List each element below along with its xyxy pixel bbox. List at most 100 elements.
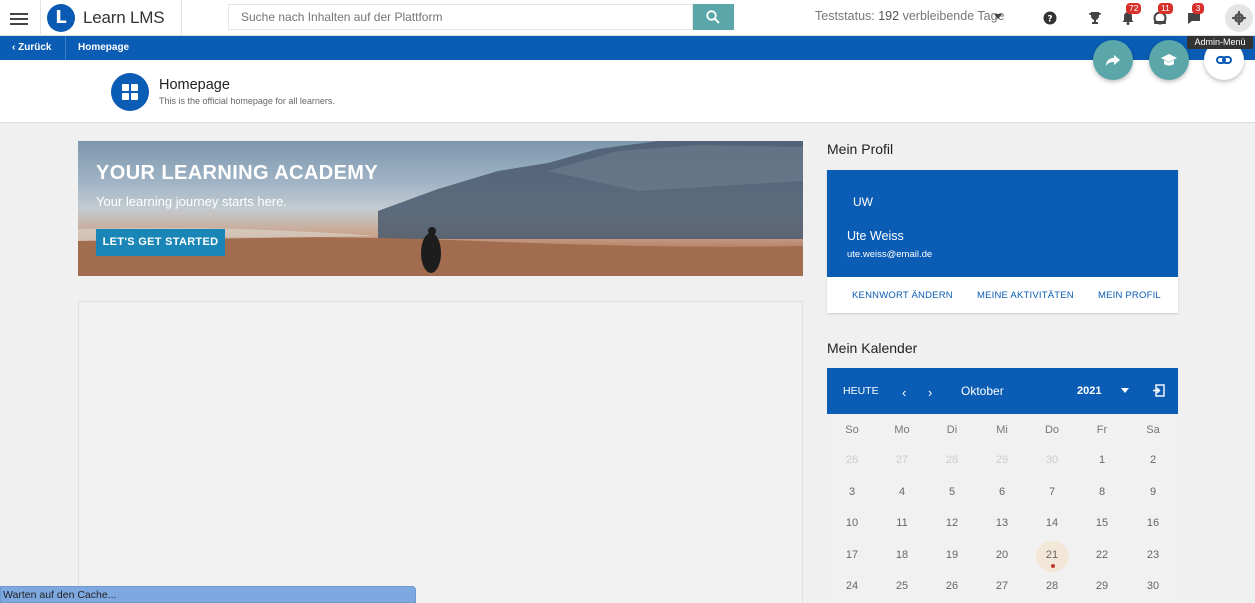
app-name: Learn LMS [83, 8, 165, 27]
calendar-day[interactable]: 3 [827, 486, 877, 498]
calendar-day[interactable]: 26 [927, 580, 977, 592]
page-header: Homepage This is the official homepage f… [0, 60, 1255, 123]
event-dot [1051, 564, 1055, 568]
chevron-left-icon[interactable]: ‹ [902, 385, 906, 400]
calendar-header: HEUTE ‹ › Oktober 2021 [827, 368, 1178, 414]
today-button[interactable]: HEUTE [843, 385, 879, 397]
chevron-down-icon[interactable] [994, 14, 1002, 19]
banner-subtitle: Your learning journey starts here. [96, 194, 288, 209]
profile-name: Ute Weiss [847, 229, 904, 243]
hero-banner: YOUR LEARNING ACADEMY Your learning jour… [78, 141, 803, 276]
calendar-day[interactable]: 1 [1077, 454, 1127, 466]
trial-suffix: verbleibende Tage [902, 9, 1005, 23]
svg-text:?: ? [1047, 15, 1052, 25]
weekday-label: Sa [1146, 424, 1160, 436]
courses-button[interactable] [1149, 40, 1189, 80]
search-button[interactable] [693, 4, 734, 30]
calendar-day[interactable]: 27 [877, 454, 927, 466]
calendar-day[interactable]: 24 [827, 580, 877, 592]
calendar-section-title: Mein Kalender [827, 340, 918, 356]
banner-title: YOUR LEARNING ACADEMY [96, 162, 379, 184]
page-title: Homepage [159, 77, 230, 93]
calendar-day[interactable]: 21 [1027, 549, 1077, 561]
calendar-day[interactable]: 14 [1027, 517, 1077, 529]
profile-header: UW Ute Weiss ute.weiss@email.de [827, 170, 1178, 277]
trial-days: 192 [878, 9, 900, 23]
get-started-button[interactable]: LET'S GET STARTED [96, 229, 225, 256]
divider [65, 36, 66, 60]
profile-card: UW Ute Weiss ute.weiss@email.de KENNWORT… [827, 170, 1178, 313]
exit-icon[interactable] [1152, 384, 1165, 397]
weekday-label: Fr [1096, 424, 1108, 436]
back-label: Zurück [18, 42, 52, 53]
calendar-day[interactable]: 15 [1077, 517, 1127, 529]
profile-email: ute.weiss@email.de [847, 249, 933, 260]
dashboard-icon [111, 73, 149, 111]
calendar-day[interactable]: 6 [977, 486, 1027, 498]
trial-label: Teststatus: [815, 9, 875, 23]
content-widget [78, 301, 803, 603]
calendar-day[interactable]: 27 [977, 580, 1027, 592]
admin-menu-button[interactable] [1225, 4, 1253, 32]
avatar: UW [853, 195, 873, 209]
chevron-down-icon[interactable] [1121, 388, 1129, 393]
calendar-day[interactable]: 17 [827, 549, 877, 561]
calendar-day[interactable]: 9 [1128, 486, 1178, 498]
chat-icon[interactable]: 3 [1184, 3, 1204, 28]
graduation-cap-icon [1161, 54, 1177, 66]
logo[interactable]: L Learn LMS [40, 0, 182, 36]
bell-icon[interactable]: 72 [1118, 3, 1142, 28]
calendar-day[interactable]: 18 [877, 549, 927, 561]
gear-icon [1232, 11, 1246, 25]
help-icon[interactable]: ? [1040, 8, 1060, 28]
calendar-year[interactable]: 2021 [1077, 385, 1101, 397]
notification-badge: 72 [1126, 3, 1142, 14]
calendar-day[interactable]: 10 [827, 517, 877, 529]
gamification-badge: 11 [1158, 3, 1173, 14]
calendar-day[interactable]: 28 [1027, 580, 1077, 592]
breadcrumb-bar: ‹ Zurück Homepage [0, 36, 1255, 60]
calendar-day[interactable]: 23 [1128, 549, 1178, 561]
calendar-day[interactable]: 2 [1128, 454, 1178, 466]
calendar-day[interactable]: 26 [827, 454, 877, 466]
calendar-day[interactable]: 30 [1027, 454, 1077, 466]
calendar-day[interactable]: 29 [977, 454, 1027, 466]
breadcrumb[interactable]: Homepage [78, 42, 129, 53]
page-subtitle: This is the official homepage for all le… [159, 96, 335, 106]
calendar-day[interactable]: 5 [927, 486, 977, 498]
link-icon [1216, 56, 1232, 64]
badge-icon[interactable]: 11 [1150, 3, 1173, 28]
calendar-day[interactable]: 20 [977, 549, 1027, 561]
search-input[interactable] [228, 4, 693, 30]
my-profile-link[interactable]: MEIN PROFIL [1098, 290, 1161, 301]
back-button[interactable]: ‹ Zurück [12, 42, 51, 53]
share-icon [1106, 55, 1120, 66]
search-icon [706, 10, 720, 24]
menu-icon[interactable] [10, 10, 28, 26]
calendar-day[interactable]: 29 [1077, 580, 1127, 592]
weekday-label: Di [946, 424, 958, 436]
calendar-day[interactable]: 13 [977, 517, 1027, 529]
calendar-day[interactable]: 7 [1027, 486, 1077, 498]
chevron-right-icon[interactable]: › [928, 385, 932, 400]
trophy-icon[interactable] [1085, 8, 1105, 28]
calendar-day[interactable]: 22 [1077, 549, 1127, 561]
calendar-day[interactable]: 28 [927, 454, 977, 466]
calendar-day[interactable]: 25 [877, 580, 927, 592]
calendar-day[interactable]: 11 [877, 517, 927, 529]
weekday-label: So [845, 424, 859, 436]
logo-icon: L [47, 4, 75, 32]
calendar-day[interactable]: 12 [927, 517, 977, 529]
messages-badge: 3 [1192, 3, 1204, 14]
calendar-day[interactable]: 19 [927, 549, 977, 561]
my-activities-link[interactable]: MEINE AKTIVITÄTEN [977, 290, 1074, 301]
calendar-day[interactable]: 16 [1128, 517, 1178, 529]
trial-status[interactable]: Teststatus: 192 verbleibende Tage [815, 9, 1005, 23]
calendar-day[interactable]: 30 [1128, 580, 1178, 592]
share-button[interactable] [1093, 40, 1133, 80]
status-bar: Warten auf den Cache... [0, 586, 416, 603]
calendar-day[interactable]: 4 [877, 486, 927, 498]
weekday-label: Mo [894, 424, 910, 436]
calendar-day[interactable]: 8 [1077, 486, 1127, 498]
change-password-link[interactable]: KENNWORT ÄNDERN [852, 290, 953, 301]
